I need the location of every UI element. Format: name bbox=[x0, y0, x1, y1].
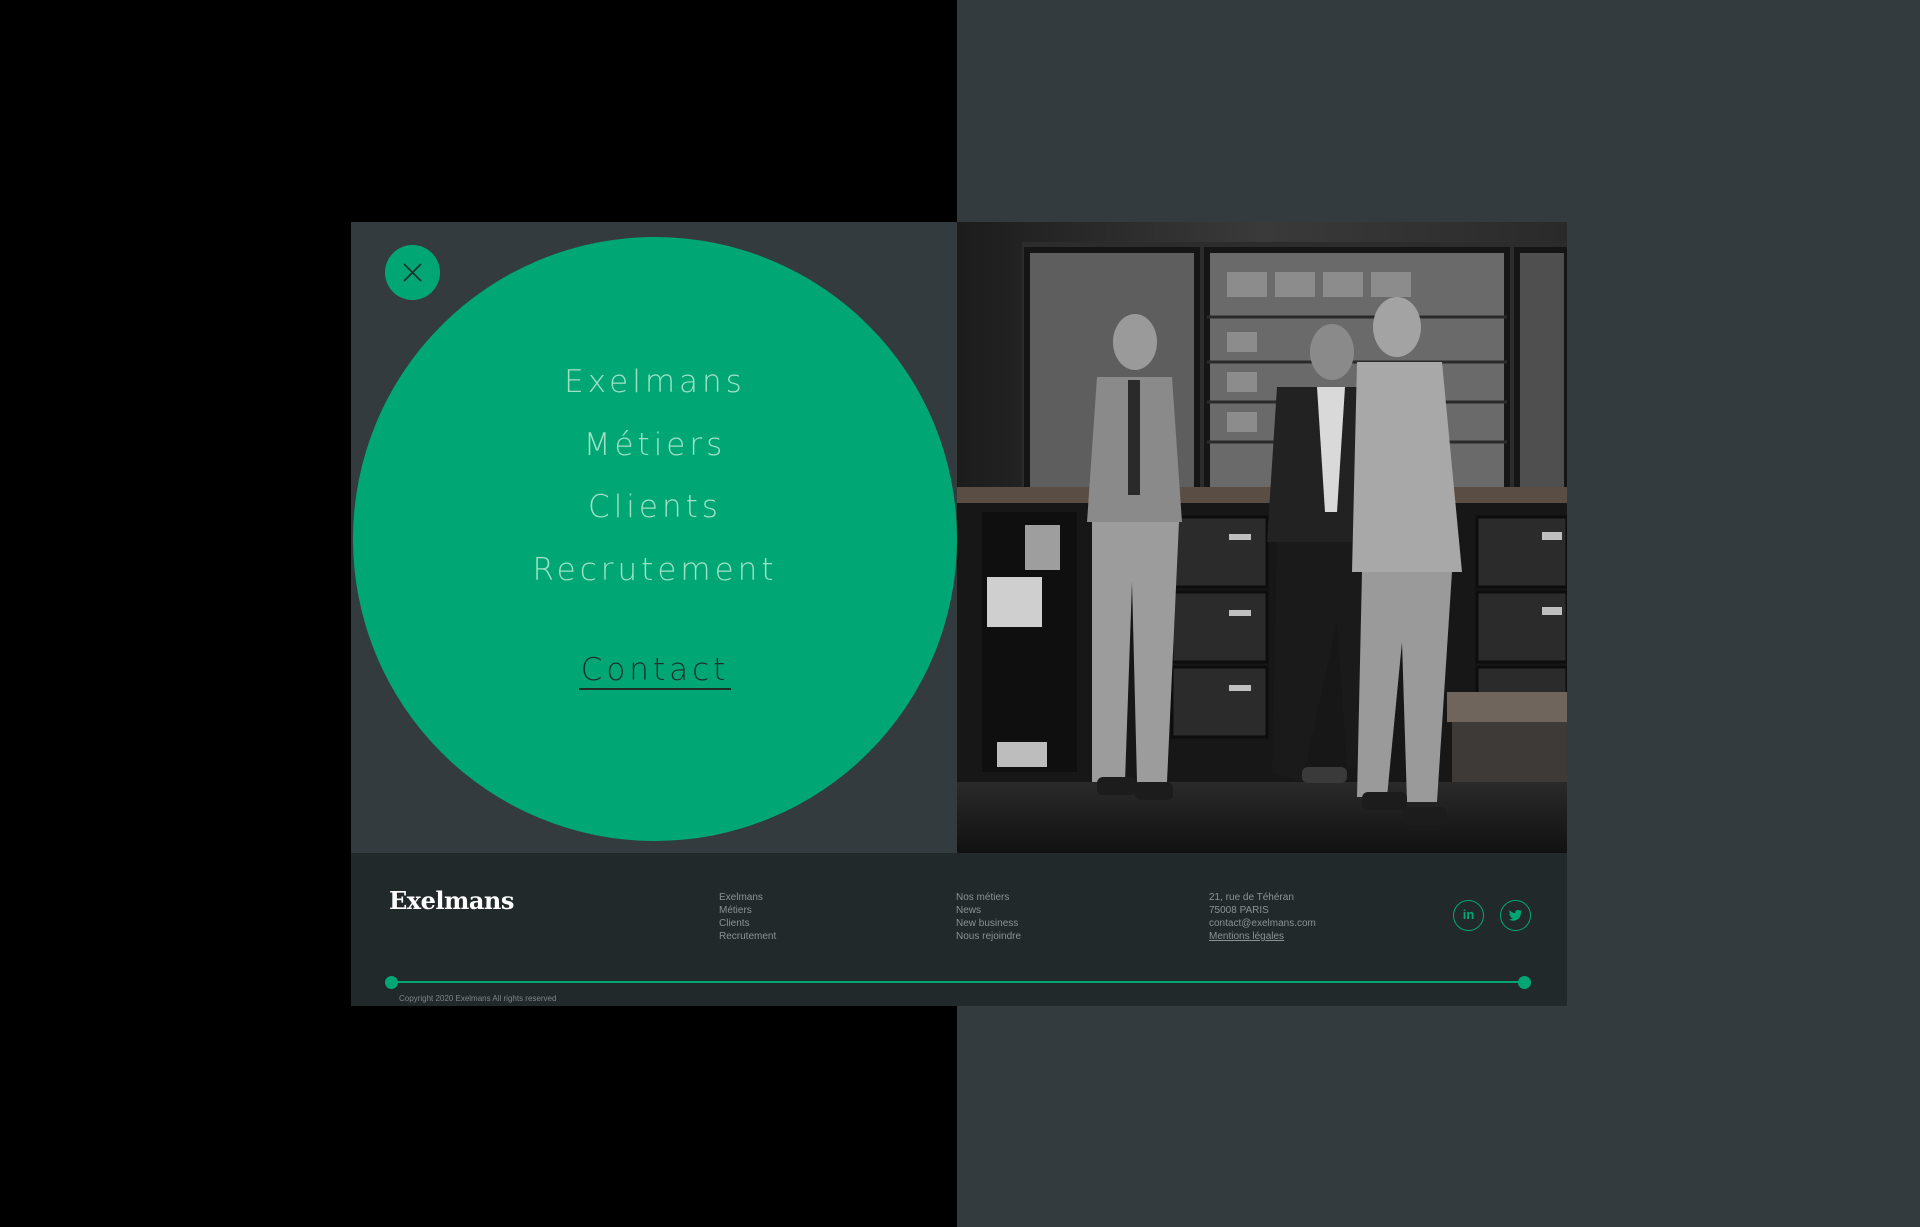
footer-link-recrutement[interactable]: Recrutement bbox=[719, 930, 776, 943]
legal-notice-link[interactable]: Mentions légales bbox=[1209, 930, 1316, 943]
footer-link-nous-rejoindre[interactable]: Nous rejoindre bbox=[956, 930, 1021, 943]
contact-email-link[interactable]: contact@exelmans.com bbox=[1209, 917, 1316, 930]
menu-overlay: Exelmans Métiers Clients Recrutement Con… bbox=[351, 222, 957, 853]
footer-link-nos-metiers[interactable]: Nos métiers bbox=[956, 891, 1021, 904]
footer-link-new-business[interactable]: New business bbox=[956, 917, 1021, 930]
footer-link-clients[interactable]: Clients bbox=[719, 917, 776, 930]
linkedin-button[interactable]: in bbox=[1453, 900, 1484, 931]
site-preview-card: Exelmans Métiers Clients Recrutement Con… bbox=[351, 222, 1567, 1006]
office-meeting-photo bbox=[957, 222, 1567, 853]
footer-link-news[interactable]: News bbox=[956, 904, 1021, 917]
linkedin-icon: in bbox=[1462, 907, 1475, 922]
nav-item-contact[interactable]: Contact bbox=[578, 652, 732, 690]
team-photo bbox=[957, 222, 1567, 853]
main-nav: Exelmans Métiers Clients Recrutement Con… bbox=[353, 362, 957, 713]
progress-end-dot bbox=[1518, 976, 1531, 989]
footer-nav-col-2: Nos métiers News New business Nous rejoi… bbox=[956, 891, 1021, 943]
footer-nav-col-1: Exelmans Métiers Clients Recrutement bbox=[719, 891, 776, 943]
footer-progress-line bbox=[391, 981, 1525, 983]
nav-item-clients[interactable]: Clients bbox=[353, 487, 957, 527]
nav-item-exelmans[interactable]: Exelmans bbox=[353, 362, 957, 402]
footer-address: 21, rue de Téhéran 75008 PARIS contact@e… bbox=[1209, 891, 1316, 943]
twitter-button[interactable] bbox=[1500, 900, 1531, 931]
close-icon bbox=[403, 263, 422, 282]
address-street: 21, rue de Téhéran bbox=[1209, 892, 1294, 903]
site-footer: Exelmans Exelmans Métiers Clients Recrut… bbox=[351, 853, 1567, 1006]
footer-logo[interactable]: Exelmans bbox=[389, 886, 514, 915]
copyright-text: Copyright 2020 Exelmans All rights reser… bbox=[399, 994, 557, 1003]
footer-link-metiers[interactable]: Métiers bbox=[719, 904, 776, 917]
address-city: 75008 PARIS bbox=[1209, 905, 1269, 916]
twitter-icon bbox=[1508, 909, 1522, 921]
footer-link-exelmans[interactable]: Exelmans bbox=[719, 891, 776, 904]
nav-item-metiers[interactable]: Métiers bbox=[353, 425, 957, 465]
progress-start-dot bbox=[385, 976, 398, 989]
nav-item-recrutement[interactable]: Recrutement bbox=[353, 550, 957, 590]
close-button[interactable] bbox=[385, 245, 440, 300]
